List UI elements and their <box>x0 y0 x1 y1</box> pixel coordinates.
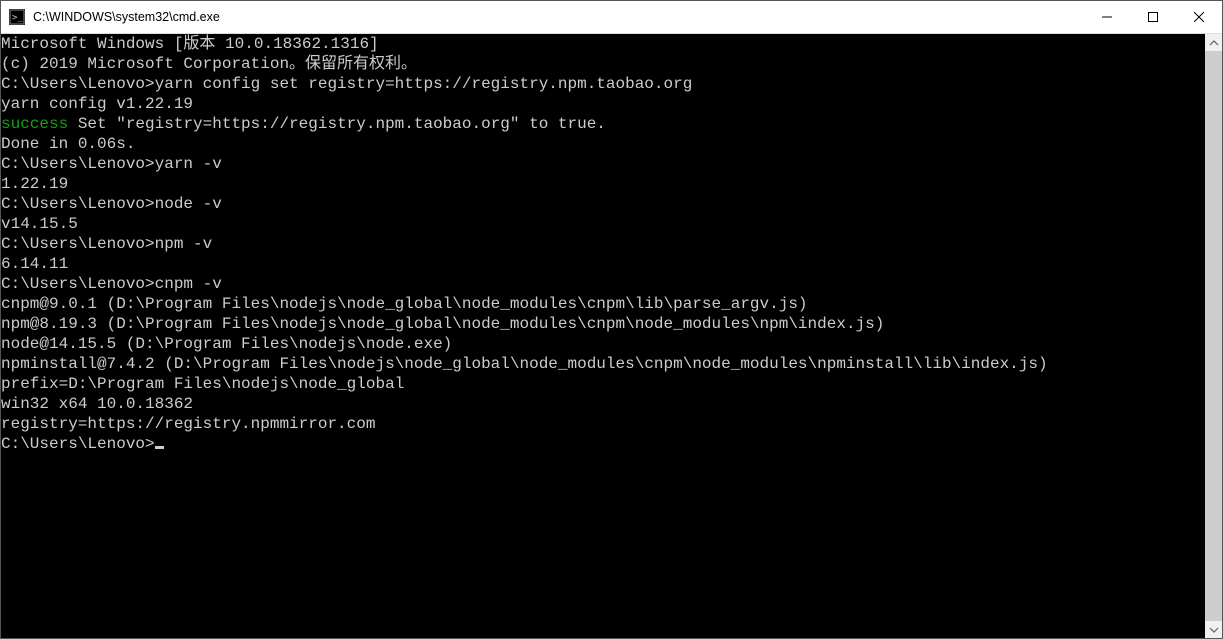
output-line: prefix=D:\Program Files\nodejs\node_glob… <box>1 374 1205 394</box>
prompt-line: C:\Users\Lenovo>npm -v <box>1 234 1205 254</box>
output-line: 1.22.19 <box>1 174 1205 194</box>
command-text: yarn config set registry=https://registr… <box>155 75 693 93</box>
prompt-line: C:\Users\Lenovo>yarn -v <box>1 154 1205 174</box>
output-line: win32 x64 10.0.18362 <box>1 394 1205 414</box>
terminal-output[interactable]: Microsoft Windows [版本 10.0.18362.1316](c… <box>1 34 1205 638</box>
output-line: npm@8.19.3 (D:\Program Files\nodejs\node… <box>1 314 1205 334</box>
output-line: yarn config v1.22.19 <box>1 94 1205 114</box>
command-text: yarn -v <box>155 155 222 173</box>
prompt-line: C:\Users\Lenovo>node -v <box>1 194 1205 214</box>
titlebar[interactable]: >_ C:\WINDOWS\system32\cmd.exe <box>1 1 1222 34</box>
output-line: npminstall@7.4.2 (D:\Program Files\nodej… <box>1 354 1205 374</box>
output-line: registry=https://registry.npmmirror.com <box>1 414 1205 434</box>
cmd-window: >_ C:\WINDOWS\system32\cmd.exe Microsoft… <box>0 0 1223 639</box>
cursor <box>155 446 164 449</box>
output-line: node@14.15.5 (D:\Program Files\nodejs\no… <box>1 334 1205 354</box>
cmd-icon: >_ <box>9 9 25 25</box>
success-token: success <box>1 115 68 133</box>
command-text: node -v <box>155 195 222 213</box>
prompt-line: C:\Users\Lenovo>cnpm -v <box>1 274 1205 294</box>
prompt: C:\Users\Lenovo> <box>1 235 155 253</box>
prompt: C:\Users\Lenovo> <box>1 155 155 173</box>
prompt: C:\Users\Lenovo> <box>1 75 155 93</box>
scroll-up-button[interactable] <box>1205 34 1222 51</box>
vertical-scrollbar[interactable] <box>1205 34 1222 638</box>
scroll-down-button[interactable] <box>1205 621 1222 638</box>
minimize-button[interactable] <box>1084 1 1130 33</box>
command-text: cnpm -v <box>155 275 222 293</box>
output-text: Set "registry=https://registry.npm.taoba… <box>68 115 606 133</box>
output-line: 6.14.11 <box>1 254 1205 274</box>
close-button[interactable] <box>1176 1 1222 33</box>
output-line: v14.15.5 <box>1 214 1205 234</box>
scroll-thumb[interactable] <box>1205 51 1222 621</box>
client-area: Microsoft Windows [版本 10.0.18362.1316](c… <box>1 34 1222 638</box>
output-line: cnpm@9.0.1 (D:\Program Files\nodejs\node… <box>1 294 1205 314</box>
prompt: C:\Users\Lenovo> <box>1 275 155 293</box>
prompt: C:\Users\Lenovo> <box>1 435 155 453</box>
svg-text:>_: >_ <box>12 13 23 23</box>
output-line: (c) 2019 Microsoft Corporation。保留所有权利。 <box>1 54 1205 74</box>
maximize-button[interactable] <box>1130 1 1176 33</box>
window-title: C:\WINDOWS\system32\cmd.exe <box>33 10 220 24</box>
scroll-track[interactable] <box>1205 51 1222 621</box>
prompt: C:\Users\Lenovo> <box>1 195 155 213</box>
output-line: success Set "registry=https://registry.n… <box>1 114 1205 134</box>
prompt-line: C:\Users\Lenovo> <box>1 434 1205 454</box>
output-line: Microsoft Windows [版本 10.0.18362.1316] <box>1 34 1205 54</box>
output-line: Done in 0.06s. <box>1 134 1205 154</box>
command-text: npm -v <box>155 235 213 253</box>
prompt-line: C:\Users\Lenovo>yarn config set registry… <box>1 74 1205 94</box>
